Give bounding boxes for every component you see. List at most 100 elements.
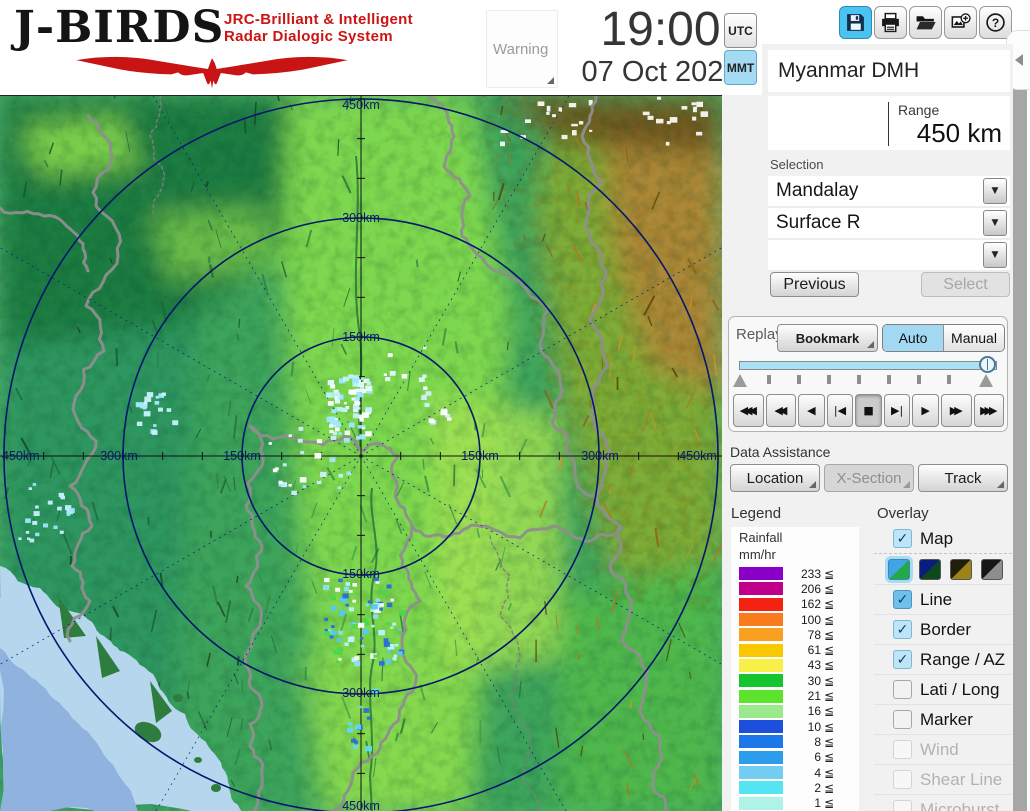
legend-row: 30 ≦ (739, 673, 859, 688)
range-label: Range (898, 102, 940, 118)
checkbox[interactable] (893, 740, 912, 759)
dropdown-button[interactable]: ▼ (983, 178, 1007, 204)
legend-color-swatch (739, 567, 783, 581)
collapse-left-icon (1015, 54, 1023, 66)
legend-row: 8 ≦ (739, 734, 859, 749)
less-equal-icon: ≦ (824, 566, 835, 581)
timeline-start-marker[interactable] (733, 374, 747, 387)
help-button[interactable]: ? (979, 6, 1012, 39)
less-equal-icon: ≦ (824, 627, 835, 642)
step-back-button[interactable]: |◀ (826, 394, 854, 427)
legend-color-swatch (739, 658, 783, 672)
play-backward-button[interactable]: ◀ (798, 394, 825, 427)
legend-color-swatch (739, 628, 783, 642)
svg-text:?: ? (992, 16, 999, 30)
checkbox[interactable] (893, 800, 912, 811)
fast-rewind-3-button[interactable]: ◀◀◀ (733, 394, 764, 427)
play-button[interactable]: ▶ (912, 394, 939, 427)
less-equal-icon: ≦ (824, 734, 835, 749)
step-forward-button[interactable]: ▶| (883, 394, 911, 427)
checkbox[interactable]: ✓ (893, 529, 912, 548)
map-style-terrain[interactable] (888, 558, 910, 580)
stop-button[interactable]: ■ (855, 394, 882, 427)
fast-rewind-2-button[interactable]: ◀◀ (765, 394, 797, 427)
utc-toggle-button[interactable]: UTC (724, 13, 757, 48)
mmt-toggle-button[interactable]: MMT (724, 50, 757, 85)
map-style-gray[interactable] (981, 558, 1003, 580)
checkbox[interactable]: ✓ (893, 620, 912, 639)
eagle-icon (76, 56, 348, 89)
legend-color-swatch (739, 766, 783, 779)
previous-button[interactable]: Previous (770, 272, 859, 297)
overlay-item-microburst[interactable]: Microburst (874, 795, 1012, 811)
timeline-tick (797, 375, 801, 384)
fast-forward-3-button[interactable]: ▶▶▶ (973, 394, 1005, 427)
legend-value: 43 (807, 658, 821, 673)
map-style-dark[interactable] (919, 558, 941, 580)
option-select[interactable]: ▼ (768, 240, 1010, 272)
range-ring-label: 450km (2, 449, 40, 463)
timeline-tick (767, 375, 771, 384)
less-equal-icon: ≦ (824, 597, 835, 612)
overlay-item-line[interactable]: ✓ Line (874, 585, 1012, 615)
overlay-item-range-az[interactable]: ✓ Range / AZ (874, 645, 1012, 675)
legend-row: 16 ≦ (739, 704, 859, 719)
site-select[interactable]: Mandalay ▼ (768, 176, 1010, 208)
product-select-value: Surface R (776, 212, 861, 233)
track-button[interactable]: Track (918, 464, 1008, 492)
overlay-item-label: Microburst (920, 799, 1000, 811)
replay-timeline-handle[interactable] (979, 356, 996, 373)
less-equal-icon: ≦ (824, 719, 835, 734)
legend-row: 10 ≦ (739, 719, 859, 734)
radar-map[interactable]: 450km 300km 150km 150km 300km 450km 450k… (0, 95, 722, 811)
range-ring-label: 450km (679, 449, 717, 463)
legend-row: 43 ≦ (739, 658, 859, 673)
legend-row: 1 ≦ (739, 795, 859, 810)
legend-value: 4 (814, 765, 821, 780)
chevron-down-icon: ▼ (991, 218, 999, 228)
warning-button[interactable]: Warning (486, 10, 558, 88)
less-equal-icon: ≦ (824, 780, 835, 795)
overlay-item-marker[interactable]: Marker (874, 705, 1012, 735)
legend-color-swatch (739, 613, 783, 627)
panel-scrollbar[interactable] (1013, 48, 1027, 811)
location-button[interactable]: Location (730, 464, 820, 492)
checkbox[interactable] (893, 710, 912, 729)
manual-mode-button[interactable]: Manual (943, 325, 1004, 351)
checkbox[interactable]: ✓ (893, 650, 912, 669)
select-button[interactable]: Select (921, 272, 1010, 297)
overlay-item-label: Range / AZ (920, 649, 1006, 669)
save-button[interactable] (839, 6, 872, 39)
checkbox[interactable] (893, 680, 912, 699)
x-section-button[interactable]: X-Section (824, 464, 914, 492)
overlay-item-label: Border (920, 619, 972, 639)
product-select[interactable]: Surface R ▼ (768, 208, 1010, 240)
checkbox[interactable] (893, 770, 912, 789)
map-style-swatches (874, 554, 1012, 585)
dropdown-button[interactable]: ▼ (983, 210, 1007, 236)
replay-timeline-track[interactable] (739, 361, 997, 370)
dropdown-button[interactable]: ▼ (983, 242, 1007, 268)
overlay-item-lati-long[interactable]: Lati / Long (874, 675, 1012, 705)
replay-mode-segment: Auto Manual (882, 324, 1005, 352)
legend-value: 10 (807, 719, 821, 734)
rainfall-legend: Rainfall mm/hr 233 ≦ 206 ≦ 162 ≦ 100 ≦ 78 ≦ 61 ≦ 43 ≦… (731, 527, 859, 811)
auto-mode-button[interactable]: Auto (883, 325, 943, 351)
export-image-button[interactable] (944, 6, 977, 39)
jbirds-logo: J-BIRDS JRC-Brilliant & Intelligent Rada… (6, 2, 416, 90)
overlay-item-border[interactable]: ✓ Border (874, 615, 1012, 645)
map-style-olive[interactable] (950, 558, 972, 580)
open-file-button[interactable] (909, 6, 942, 39)
overlay-item-wind[interactable]: Wind (874, 735, 1012, 765)
overlay-item-map[interactable]: ✓ Map (874, 524, 1012, 554)
timeline-end-marker[interactable] (979, 374, 993, 387)
bookmark-button[interactable]: Bookmark (777, 324, 878, 352)
overlay-item-shear-line[interactable]: Shear Line (874, 765, 1012, 795)
print-button[interactable] (874, 6, 907, 39)
legend-value: 206 (800, 581, 821, 596)
legend-row: 78 ≦ (739, 627, 859, 642)
checkbox[interactable]: ✓ (893, 590, 912, 609)
site-select-value: Mandalay (776, 180, 859, 201)
fast-forward-2-button[interactable]: ▶▶ (940, 394, 972, 427)
range-value: 450 km (916, 118, 1002, 148)
